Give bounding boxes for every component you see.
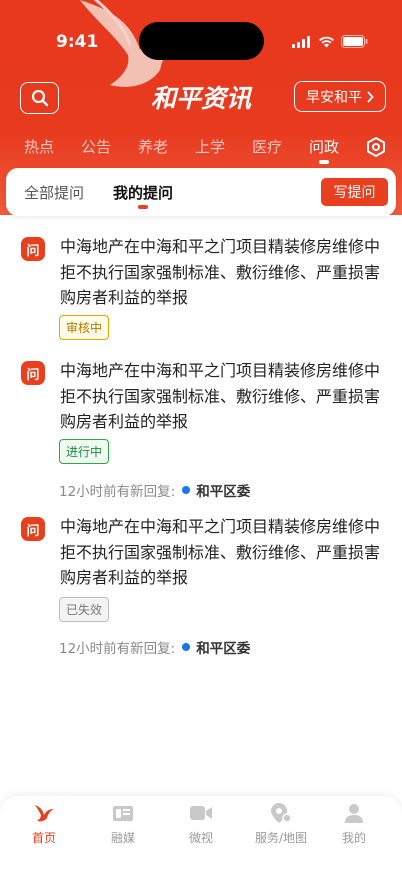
chevron-right-icon [367,90,374,103]
settings-hex-icon[interactable] [365,136,387,158]
question-badge: 问 [21,237,45,261]
active-sub-tab-indicator [138,205,148,209]
battery-icon [341,35,368,48]
question-filter-bar: 全部提问 我的提问 写提问 [6,168,396,216]
bottom-tab-label: 融媒 [110,831,135,845]
signal-icon [292,35,310,48]
bottom-tab-label: 微视 [188,831,213,845]
question-item[interactable]: 问 中海地产在中海和平之门项目精装修房维修中拒不执行国家强制标准、敷衍维修、严重… [0,237,402,347]
bottom-tab-profile[interactable]: 我的 [319,800,389,846]
bottom-tab-video[interactable]: 微视 [166,800,236,846]
status-badge: 审核中 [59,315,110,340]
status-badge: 已失效 [59,597,110,622]
reply-dot-icon [182,643,191,651]
greeting-button[interactable]: 早安和平 [294,81,386,112]
question-badge: 问 [21,361,45,385]
tab-label: 公告 [81,138,112,156]
bottom-tab-label: 服务/地图 [254,831,308,845]
tab-label: 问政 [309,138,340,156]
media-icon [113,806,133,821]
reply-time: 12小时前有新回复: [59,641,176,657]
tab-label: 医疗 [252,138,283,156]
reply-info: 12小时前有新回复: 和平区委 [59,637,250,657]
map-pin-icon [271,803,292,823]
question-title: 中海地产在中海和平之门项目精装修房维修中拒不执行国家强制标准、敷衍维修、严重损害… [60,237,381,307]
tab-label: 养老 [138,138,169,156]
reply-dot-icon [182,486,191,494]
video-icon [190,806,212,820]
reply-time: 12小时前有新回复: [59,484,176,500]
tab-announcements[interactable]: 公告 [81,136,111,157]
bottom-tab-service-map[interactable]: 服务/地图 [246,800,316,846]
logo-text: 和平资讯 [151,84,253,113]
bottom-tab-label: 首页 [31,831,56,845]
status-badge: 进行中 [59,439,110,464]
reply-info: 12小时前有新回复: 和平区委 [59,480,250,500]
status-bar: 9:41 [0,0,402,60]
wifi-icon [319,36,334,47]
greeting-label: 早安和平 [306,89,362,106]
dynamic-island [139,22,264,60]
sub-tab-label: 我的提问 [113,184,174,202]
status-time: 9:41 [56,32,99,52]
question-item[interactable]: 问 中海地产在中海和平之门项目精装修房维修中拒不执行国家强制标准、敷衍维修、严重… [0,517,402,657]
bottom-tab-media[interactable]: 融媒 [88,800,158,846]
bottom-tab-label: 我的 [341,831,366,845]
question-title: 中海地产在中海和平之门项目精装修房维修中拒不执行国家强制标准、敷衍维修、严重损害… [60,361,381,431]
write-question-button[interactable]: 写提问 [321,178,388,206]
active-tab-indicator [319,160,329,164]
question-title: 中海地产在中海和平之门项目精装修房维修中拒不执行国家强制标准、敷衍维修、严重损害… [60,517,381,587]
question-badge: 问 [21,517,45,541]
tab-inquiry[interactable]: 问政 [309,136,340,164]
dove-icon [35,805,54,822]
reply-org: 和平区委 [196,484,251,500]
tab-hot[interactable]: 热点 [24,136,54,157]
user-icon [345,804,363,823]
tab-elderly-care[interactable]: 养老 [138,136,168,157]
tab-label: 上学 [195,138,226,156]
tab-label: 热点 [24,138,55,156]
reply-org: 和平区委 [196,641,251,657]
category-tabs: 热点 公告 养老 上学 医疗 问政 [0,136,402,166]
sub-tab-label: 全部提问 [24,184,85,202]
bottom-tab-bar: 首页 融媒 微视 服务/地图 我的 [0,796,402,874]
tab-schooling[interactable]: 上学 [195,136,225,157]
sub-tab-all-questions[interactable]: 全部提问 [24,182,84,203]
status-icons [292,35,368,48]
bottom-tab-home[interactable]: 首页 [9,800,79,846]
question-item[interactable]: 问 中海地产在中海和平之门项目精装修房维修中拒不执行国家强制标准、敷衍维修、严重… [0,361,402,501]
search-button[interactable] [20,82,59,114]
search-icon [31,89,48,107]
tab-medical[interactable]: 医疗 [252,136,282,157]
sub-tab-my-questions[interactable]: 我的提问 [113,182,174,209]
app-logo: 和平资讯 [151,84,253,113]
